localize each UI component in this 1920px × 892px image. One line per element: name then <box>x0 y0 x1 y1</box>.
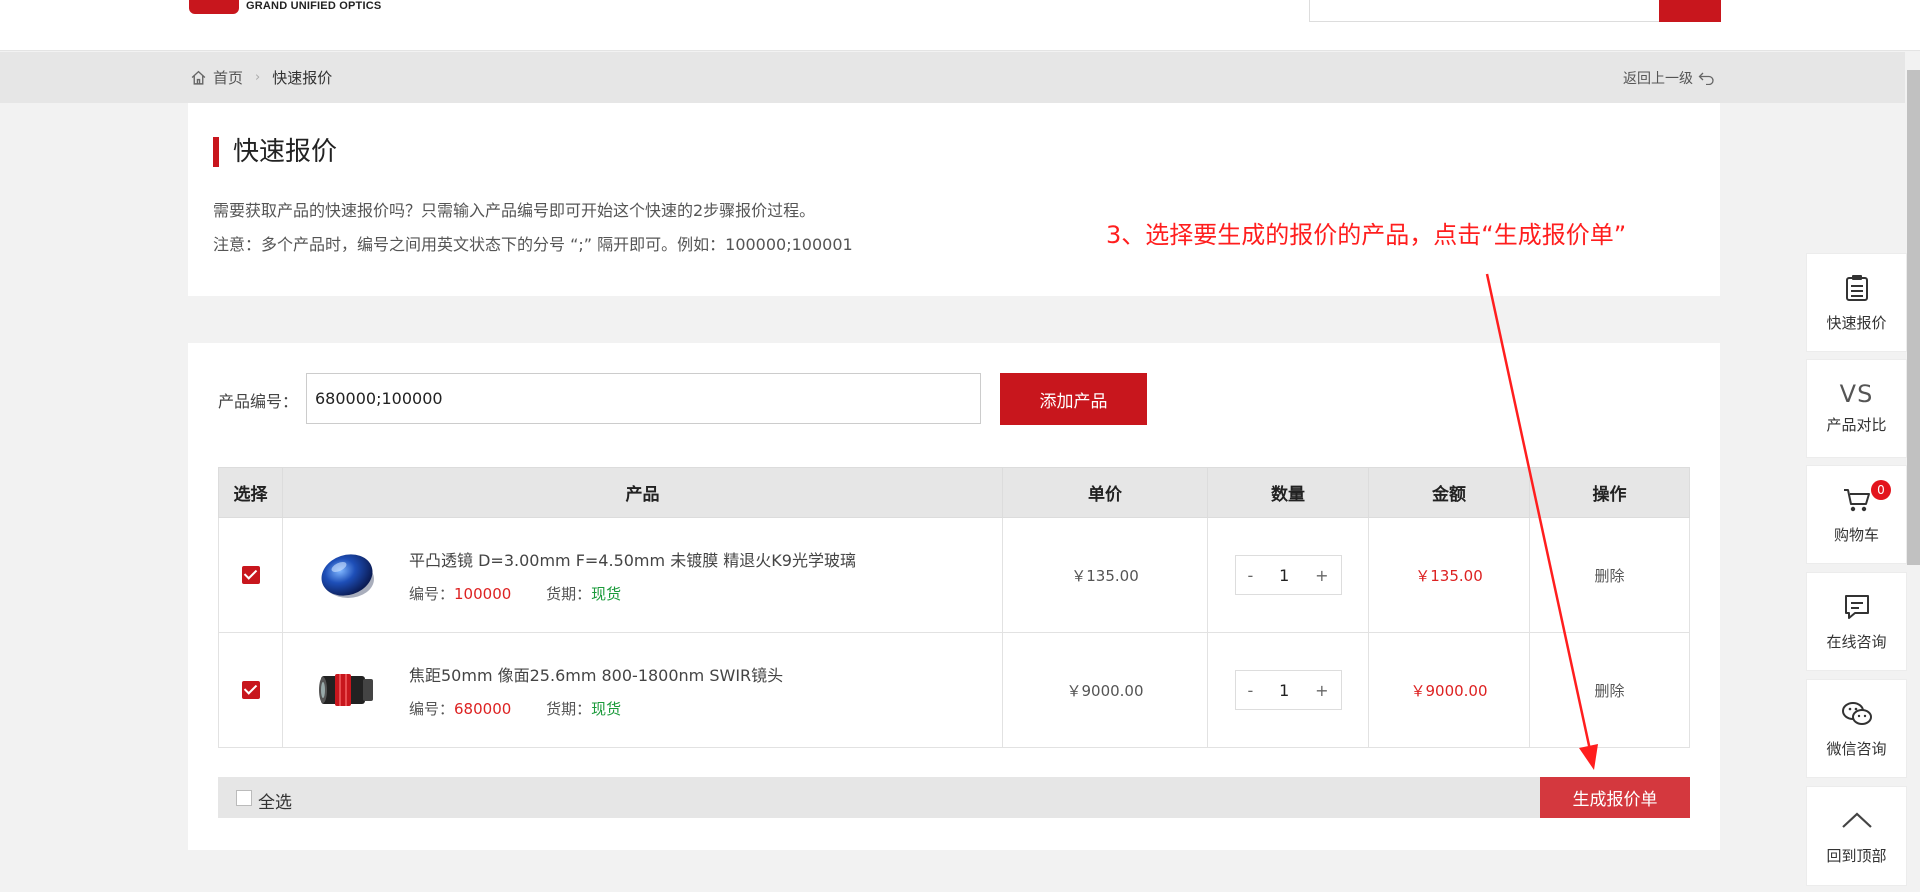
stock-key: 货期： <box>546 584 592 603</box>
delete-link[interactable]: 删除 <box>1594 567 1624 585</box>
stock-key: 货期： <box>546 699 592 718</box>
product-name[interactable]: 平凸透镜 D=3.00mm F=4.50mm 未镀膜 精退火K9光学玻璃 <box>409 547 856 571</box>
side-cart-label: 购物车 <box>1833 526 1879 544</box>
add-product-button[interactable]: 添加产品 <box>1000 373 1147 425</box>
row-checkbox[interactable] <box>241 566 260 585</box>
product-code-key: 编号： <box>409 699 455 718</box>
product-name[interactable]: 焦距50mm 像面25.6mm 800-1800nm SWIR镜头 <box>409 662 783 686</box>
header-quantity: 数量 <box>1207 467 1369 518</box>
product-code: 100000 <box>454 584 512 603</box>
intro-description: 需要获取产品的快速报价吗？只需输入产品编号即可开始这个快速的2步骤报价过程。 <box>213 201 816 220</box>
intro-card: 快速报价 需要获取产品的快速报价吗？只需输入产品编号即可开始这个快速的2步骤报价… <box>188 103 1720 296</box>
table-header-row: 选择 产品 单价 数量 金额 操作 <box>218 467 1690 518</box>
product-code-input[interactable] <box>306 373 981 424</box>
clipboard-icon <box>1845 275 1868 301</box>
line-amount: ￥135.00 <box>1415 566 1483 585</box>
select-all-label[interactable]: 全选 <box>258 788 292 813</box>
stock-status: 现货 <box>591 699 622 718</box>
row-checkbox[interactable] <box>241 681 260 700</box>
breadcrumb-separator: › <box>255 70 261 85</box>
stock-status: 现货 <box>591 584 622 603</box>
line-amount: ￥9000.00 <box>1410 681 1488 700</box>
side-compare[interactable]: VS 产品对比 <box>1806 359 1907 458</box>
delete-link[interactable]: 删除 <box>1594 682 1624 700</box>
page-scrollbar[interactable] <box>1907 70 1920 565</box>
unit-price: ￥9000.00 <box>1066 681 1144 700</box>
side-back-to-top[interactable]: 回到顶部 <box>1806 786 1907 886</box>
chat-icon <box>1844 595 1869 619</box>
quantity-stepper: - 1 + <box>1234 670 1342 710</box>
tutorial-annotation: 3、选择要生成的报价的产品，点击“生成报价单” <box>1106 221 1627 249</box>
breadcrumb-current: 快速报价 <box>272 69 333 87</box>
vs-icon: VS <box>1839 380 1874 408</box>
generate-quote-button[interactable]: 生成报价单 <box>1540 777 1690 818</box>
decrement-button[interactable]: - <box>1248 566 1254 585</box>
wechat-icon <box>1841 702 1872 725</box>
header-product: 产品 <box>282 467 1003 518</box>
quote-panel: 产品编号： 添加产品 选择 产品 单价 数量 金额 操作 <box>188 343 1720 850</box>
side-online-chat[interactable]: 在线咨询 <box>1806 572 1907 671</box>
increment-button[interactable]: + <box>1315 566 1328 585</box>
cart-count-badge: 0 <box>1871 480 1891 500</box>
quantity-value[interactable]: 1 <box>1279 681 1289 700</box>
header-price: 单价 <box>1002 467 1208 518</box>
product-code-label: 产品编号： <box>218 392 299 411</box>
table-row: 平凸透镜 D=3.00mm F=4.50mm 未镀膜 精退火K9光学玻璃 编号：… <box>218 517 1690 633</box>
header-action: 操作 <box>1529 467 1690 518</box>
table-row: 焦距50mm 像面25.6mm 800-1800nm SWIR镜头 编号：680… <box>218 632 1690 748</box>
side-compare-label: 产品对比 <box>1826 416 1887 434</box>
page-title: 快速报价 <box>213 137 337 167</box>
increment-button[interactable]: + <box>1315 681 1328 700</box>
side-wechat[interactable]: 微信咨询 <box>1806 679 1907 778</box>
home-icon <box>191 70 206 85</box>
breadcrumb-bar: 首页 › 快速报价 返回上一级 <box>0 52 1905 103</box>
lens-thumbnail[interactable] <box>315 543 379 607</box>
logo-icon[interactable] <box>189 0 239 14</box>
search-input[interactable] <box>1309 0 1660 22</box>
side-wechat-label: 微信咨询 <box>1826 740 1887 758</box>
chevron-up-icon <box>1841 812 1872 828</box>
header-select: 选择 <box>218 467 283 518</box>
quantity-stepper: - 1 + <box>1234 555 1342 595</box>
header-amount: 金额 <box>1368 467 1530 518</box>
select-all-checkbox[interactable] <box>236 790 252 806</box>
unit-price: ￥135.00 <box>1071 566 1139 585</box>
side-cart[interactable]: 0 购物车 <box>1806 465 1907 564</box>
product-code: 680000 <box>454 699 512 718</box>
breadcrumb: 首页 › 快速报价 <box>190 52 332 103</box>
back-arrow-icon <box>1698 72 1714 85</box>
site-header: GRAND UNIFIED OPTICS <box>0 0 1920 51</box>
quote-table: 选择 产品 单价 数量 金额 操作 平凸透镜 D=3.00mm F=4.50mm… <box>218 467 1690 748</box>
intro-note: 注意：多个产品时，编号之间用英文状态下的分号 “;” 隔开即可。例如：10000… <box>213 235 853 254</box>
side-quick-quote-label: 快速报价 <box>1826 314 1887 332</box>
search-button[interactable] <box>1659 0 1721 22</box>
decrement-button[interactable]: - <box>1248 681 1254 700</box>
table-footer-bar: 全选 生成报价单 <box>218 777 1690 818</box>
side-online-chat-label: 在线咨询 <box>1826 633 1887 651</box>
quantity-value[interactable]: 1 <box>1279 566 1289 585</box>
logo-text[interactable]: GRAND UNIFIED OPTICS <box>246 0 381 12</box>
camera-lens-thumbnail[interactable] <box>315 658 379 722</box>
side-back-to-top-label: 回到顶部 <box>1826 847 1887 865</box>
side-quick-quote[interactable]: 快速报价 <box>1806 253 1907 352</box>
product-code-key: 编号： <box>409 584 455 603</box>
back-link[interactable]: 返回上一级 <box>1623 52 1715 103</box>
cart-icon <box>1843 489 1870 512</box>
back-link-label: 返回上一级 <box>1623 70 1693 87</box>
breadcrumb-home-link[interactable]: 首页 <box>213 67 243 88</box>
